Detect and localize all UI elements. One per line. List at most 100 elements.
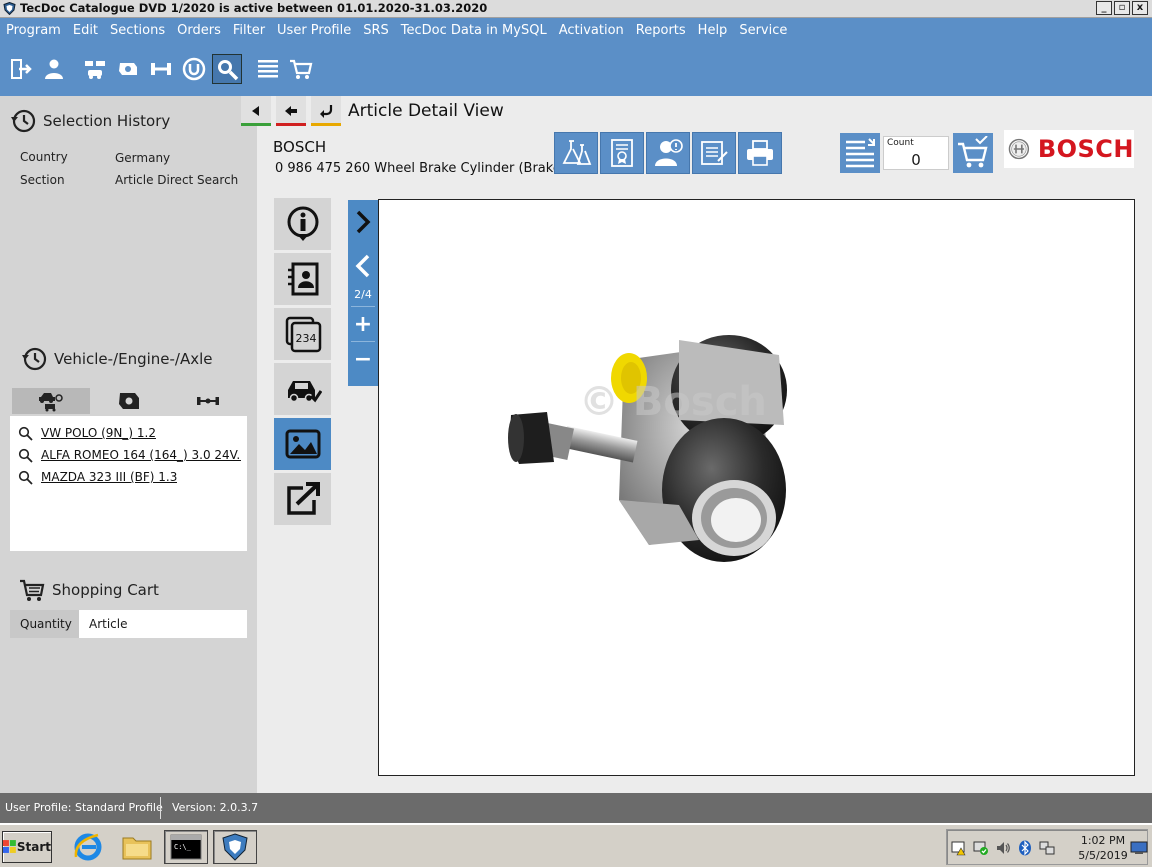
user-info-button[interactable] [646,132,690,174]
criteria-button[interactable] [554,132,598,174]
tab-vehicle-linkage[interactable] [274,363,331,415]
print-button[interactable] [738,132,782,174]
history-icon [11,109,36,133]
tab-images[interactable] [274,418,331,470]
cart-table-header: Quantity Article [10,610,247,638]
security-check-icon[interactable] [973,840,989,856]
vehicle-tabs [12,388,247,414]
return-button[interactable] [311,96,341,126]
article-search-button[interactable] [212,54,242,84]
user-profile-icon [45,59,63,79]
taskbar-explorer[interactable] [115,830,159,864]
start-label: Start [16,840,51,854]
start-button[interactable]: Start [2,831,52,863]
universal-parts-icon [182,57,206,81]
list-item[interactable]: VW POLO (9N_) 1.2 [10,422,247,444]
menu-service[interactable]: Service [733,23,793,38]
add-to-list-button[interactable] [840,133,880,173]
maximize-button[interactable]: ▫ [1114,1,1130,15]
count-field[interactable]: Count 0 [883,136,949,170]
taskbar-command-prompt[interactable]: C:\_ [164,830,208,864]
axle-button[interactable] [146,54,176,84]
menu-sections[interactable]: Sections [104,23,171,38]
left-panel: Selection History Country Germany Sectio… [0,96,257,793]
clock[interactable]: 1:02 PM 5/5/2019 [1077,833,1129,863]
menu-reports[interactable]: Reports [630,23,692,38]
taskbar-tecdoc[interactable] [213,830,257,864]
history-value-section[interactable]: Article Direct Search [115,173,238,187]
tab-axles[interactable] [169,388,247,414]
network-icon[interactable] [1039,840,1055,856]
add-to-cart-button[interactable] [953,133,993,173]
menu-user-profile[interactable]: User Profile [271,23,357,38]
image-icon [285,429,320,459]
zoom-in-button[interactable]: + [348,307,378,341]
shopping-cart-title: Shopping Cart [52,581,159,599]
volume-icon[interactable] [995,840,1011,856]
certificate-button[interactable] [600,132,644,174]
menu-help[interactable]: Help [692,23,734,38]
menu-program[interactable]: Program [0,23,67,38]
vehicle-link[interactable]: MAZDA 323 III (BF) 1.3 [41,470,177,484]
user-profile-button[interactable] [39,54,69,84]
tab-numbers[interactable]: 234 [274,308,331,360]
logout-button[interactable] [6,54,36,84]
list-button[interactable] [253,54,283,84]
arrow-left-icon [285,106,297,116]
engine-button[interactable] [113,54,143,84]
info-icon [287,206,318,241]
collapse-panel-button[interactable] [241,96,271,126]
menu-filter[interactable]: Filter [227,23,271,38]
user-info-icon [655,139,683,166]
terminal-icon: C:\_ [170,834,202,860]
search-icon [18,448,33,463]
printer-icon [747,140,773,166]
menu-edit[interactable]: Edit [67,23,104,38]
vehicle-parts-button[interactable] [80,54,110,84]
list-item[interactable]: ALFA ROMEO 164 (164_) 3.0 24V... [10,444,247,466]
contacts-icon [287,262,318,296]
lab-flask-icon [562,140,592,165]
vehicle-link[interactable]: ALFA ROMEO 164 (164_) 3.0 24V... [41,448,241,462]
list-item[interactable]: MAZDA 323 III (BF) 1.3 [10,466,247,488]
car-truck-icon [39,393,63,412]
external-link-icon [286,482,320,515]
watermark-text: © Bosch [579,379,767,425]
zoom-out-button[interactable]: − [348,342,378,376]
menu-srs[interactable]: SRS [357,23,395,38]
previous-image-button[interactable] [348,244,378,288]
menu-activation[interactable]: Activation [553,23,630,38]
menu-tecdoc-mysql[interactable]: TecDoc Data in MySQL [395,23,553,38]
cart-col-quantity[interactable]: Quantity [10,610,79,638]
tab-engines[interactable] [90,388,168,414]
yellow-indicator [311,123,341,126]
count-label: Count [887,138,914,148]
minimize-button[interactable]: _ [1096,1,1112,15]
close-button[interactable]: x [1132,1,1148,15]
tab-external-link[interactable] [274,473,331,525]
back-button[interactable] [276,96,306,126]
image-counter: 2/4 [354,288,372,301]
system-tray: 1:02 PM 5/5/2019 [946,829,1148,865]
show-desktop-icon[interactable] [1130,841,1148,855]
tab-vehicles[interactable] [12,388,91,414]
tab-information[interactable] [274,198,331,250]
universal-parts-button[interactable] [179,54,209,84]
history-key-section: Section [20,173,65,187]
tab-contacts[interactable] [274,253,331,305]
clock-time: 1:02 PM [1080,834,1126,847]
bluetooth-icon[interactable] [1017,840,1033,856]
menu-orders[interactable]: Orders [171,23,227,38]
warning-icon[interactable] [951,840,967,856]
invoice-button[interactable] [692,132,736,174]
taskbar-browser[interactable] [66,830,110,864]
axle-icon [196,397,219,405]
vehicle-link[interactable]: VW POLO (9N_) 1.2 [41,426,156,440]
shopping-cart-button[interactable] [286,54,316,84]
brand-wordmark: BOSCH [1037,135,1134,163]
article-image-viewer[interactable]: © Bosch [378,199,1135,776]
cart-col-article[interactable]: Article [79,610,247,638]
next-image-button[interactable] [348,200,378,244]
count-value[interactable]: 0 [884,151,948,169]
triangle-left-icon [252,106,259,116]
